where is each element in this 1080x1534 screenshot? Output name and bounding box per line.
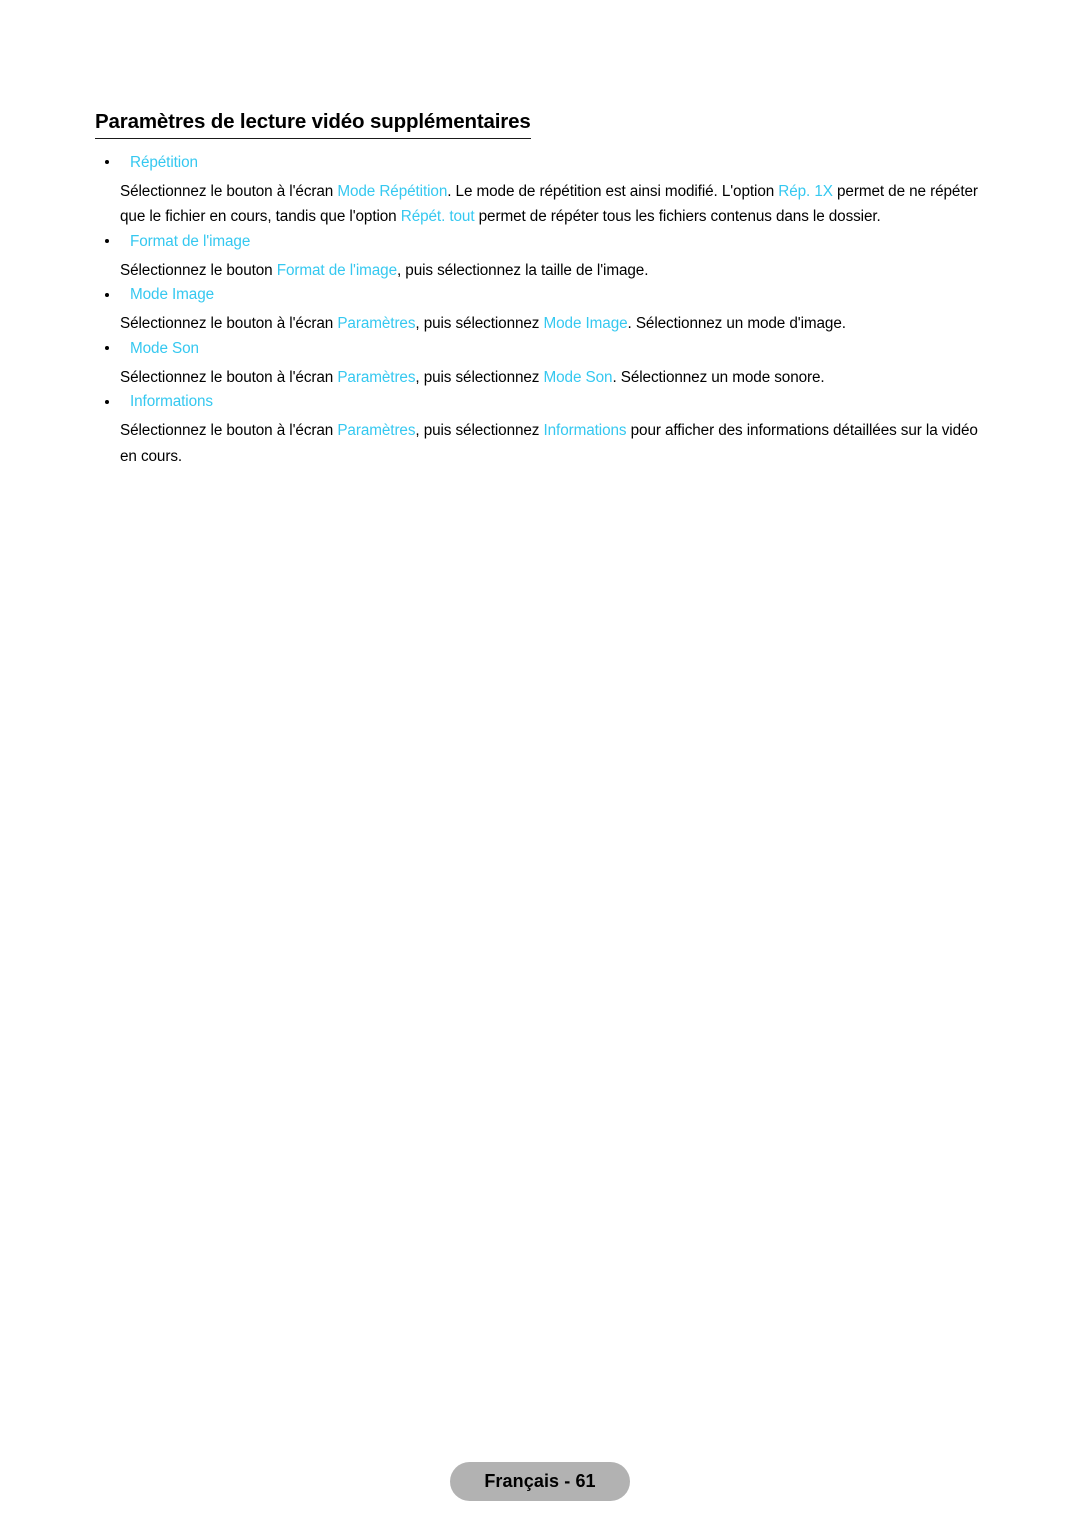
menu-term: Paramètres [337,422,416,440]
body-text: . Sélectionnez un mode sonore. [612,368,825,386]
section-format-de-l-image: Format de l'image Sélectionnez le bouton … [95,232,995,284]
page-content: Paramètres de lecture vidéo supplémentai… [95,110,995,471]
menu-term: Répét. tout [400,208,475,226]
bullet-dot-icon [105,392,115,412]
bullet-heading: Format de l'image [95,232,995,252]
body-text: , puis sélectionnez [415,368,544,386]
section-informations: Informations Sélectionnez le bouton à l'é… [95,392,995,469]
menu-term: Format de l'image [276,261,397,279]
section-list: Répétition Sélectionnez le bouton à l'écr… [95,153,995,470]
body-text: Sélectionnez le bouton à l'écran [120,315,338,333]
bullet-heading: Informations [95,392,995,412]
body-text: permet de répéter tous les fichiers cont… [474,208,881,226]
body-text: , puis sélectionnez la taille de l'image… [396,261,649,279]
bullet-label: Mode Image [130,286,215,304]
document-page: Paramètres de lecture vidéo supplémentai… [0,0,1080,1534]
body-text: , puis sélectionnez [415,315,544,333]
section-paragraph: Sélectionnez le bouton à l'écran Paramèt… [95,418,995,469]
bullet-label: Informations [130,393,213,411]
section-paragraph: Sélectionnez le bouton Format de l'image… [95,258,995,284]
menu-term: Mode Image [543,315,628,333]
bullet-heading: Mode Image [95,285,995,305]
menu-term: Mode Son [543,368,613,386]
bullet-dot-icon [105,285,115,305]
section-mode-son: Mode Son Sélectionnez le bouton à l'écran… [95,339,995,391]
bullet-label: Répétition [130,153,198,171]
body-text: . Sélectionnez un mode d'image. [627,315,846,333]
section-mode-image: Mode Image Sélectionnez le bouton à l'écr… [95,285,995,337]
body-text: Sélectionnez le bouton à l'écran [120,422,338,440]
bullet-heading: Mode Son [95,339,995,359]
menu-term: Paramètres [337,368,416,386]
bullet-dot-icon [105,339,115,359]
bullet-heading: Répétition [95,153,995,173]
section-repetition: Répétition Sélectionnez le bouton à l'écr… [95,153,995,230]
footer-language-page-badge: Français - 61 [450,1462,630,1501]
menu-term: Mode Répétition [337,182,448,200]
body-text: Sélectionnez le bouton à l'écran [120,368,338,386]
bullet-label: Mode Son [130,339,199,357]
page-footer: Français - 61 [0,1462,1080,1501]
menu-term: Paramètres [337,315,416,333]
body-text: Sélectionnez le bouton à l'écran [120,182,338,200]
bullet-dot-icon [105,153,115,173]
section-paragraph: Sélectionnez le bouton à l'écran Paramèt… [95,365,995,391]
menu-term: Rép. 1X [778,182,833,200]
section-paragraph: Sélectionnez le bouton à l'écran Paramèt… [95,311,995,337]
menu-term: Informations [543,422,627,440]
section-paragraph: Sélectionnez le bouton à l'écran Mode Ré… [95,179,995,230]
page-title: Paramètres de lecture vidéo supplémentai… [95,110,531,139]
bullet-label: Format de l'image [130,232,251,250]
body-text: , puis sélectionnez [415,422,544,440]
body-text: . Le mode de répétition est ainsi modifi… [447,182,779,200]
body-text: Sélectionnez le bouton [120,261,277,279]
bullet-dot-icon [105,232,115,252]
